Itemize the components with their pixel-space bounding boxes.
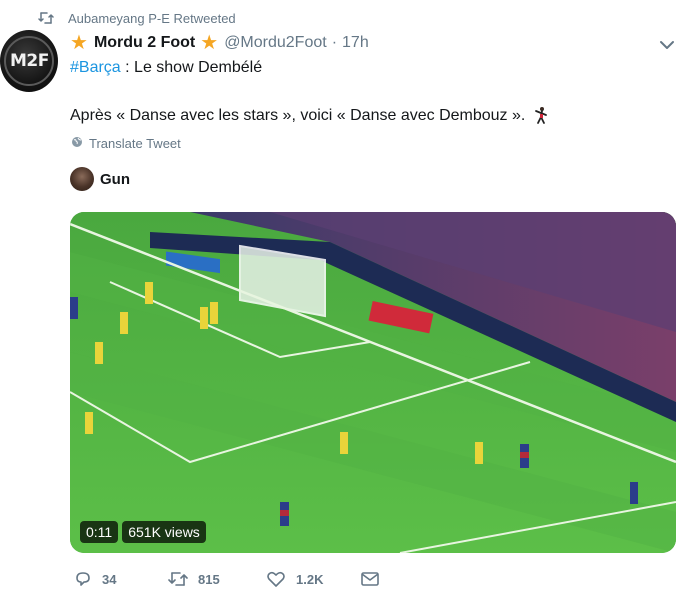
separator-dot: · [331,34,338,51]
star-icon: ★ [70,32,88,54]
like-count: 1.2K [296,571,324,587]
hashtag-link[interactable]: #Barça [70,59,121,76]
video-frame [70,212,676,553]
video-attribution[interactable]: Gun [70,167,130,191]
avatar-initials: M2F [10,51,49,71]
retweet-button[interactable]: 815 [168,570,220,588]
avatar[interactable]: M2F [0,30,58,92]
heart-icon [266,570,286,588]
globe-icon [71,136,83,151]
display-name[interactable]: Mordu 2 Foot [94,34,195,52]
tweet-text-line2: Après « Danse avec les stars », voici « … [70,105,551,127]
chevron-down-icon[interactable] [659,38,675,52]
retweet-context-label[interactable]: Aubameyang P-E Retweeted [68,11,236,26]
message-icon [360,570,380,588]
video-views: 651K views [122,521,206,543]
direct-message-button[interactable] [360,570,380,588]
reply-count: 34 [102,571,117,587]
timestamp[interactable]: 17h [342,34,369,52]
video-duration: 0:11 [80,521,119,543]
tweet-header: ★ Mordu 2 Foot ★ @Mordu2Foot · 17h [70,32,369,54]
retweet-icon [168,570,188,588]
like-button[interactable]: 1.2K [266,570,323,588]
video-player[interactable]: 0:11 651K views [70,212,676,553]
attribution-avatar[interactable] [70,167,94,191]
translate-label[interactable]: Translate Tweet [89,136,181,151]
dancer-emoji-icon [531,106,551,126]
retweet-count: 815 [198,571,220,587]
attribution-name[interactable]: Gun [100,171,130,188]
retweet-context[interactable]: Aubameyang P-E Retweeted [38,9,236,27]
username-handle[interactable]: @Mordu2Foot [224,34,327,52]
tweet-text-rest: : Le show Dembélé [120,59,263,76]
video-badges: 0:11 651K views [80,521,206,543]
star-icon: ★ [200,32,219,54]
translate-tweet[interactable]: Translate Tweet [71,136,181,151]
tweet-text-line1: #Barça : Le show Dembélé [70,57,262,79]
tweet-text-content: Après « Danse avec les stars », voici « … [70,107,526,124]
tweet-actions: 34 815 1.2K [70,570,400,592]
reply-icon [74,570,92,588]
reply-button[interactable]: 34 [74,570,116,588]
retweet-icon [38,11,54,25]
